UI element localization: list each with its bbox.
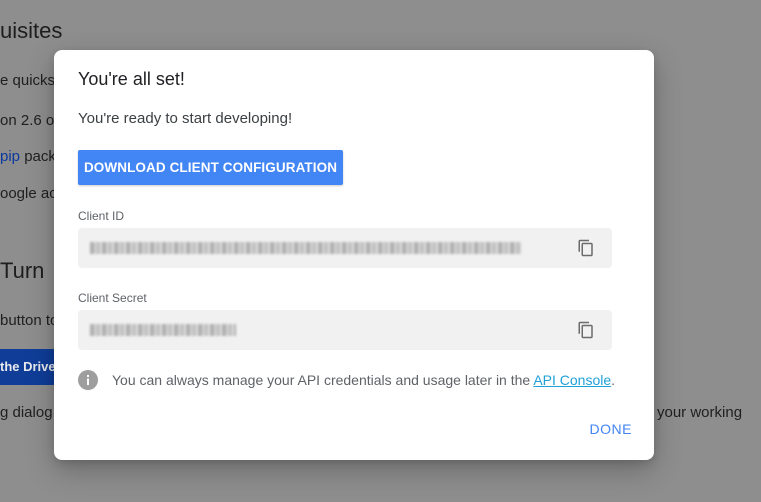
client-secret-label: Client Secret bbox=[78, 291, 147, 305]
bg-right-text: your working bbox=[657, 404, 743, 421]
bg-turn-heading: Turn bbox=[0, 258, 45, 283]
done-button[interactable]: DONE bbox=[590, 421, 632, 437]
info-suffix: . bbox=[611, 372, 616, 388]
bg-line-2: on 2.6 o bbox=[0, 112, 55, 129]
client-secret-value-redacted bbox=[90, 324, 236, 336]
copy-client-secret-button[interactable] bbox=[576, 320, 596, 340]
client-id-label: Client ID bbox=[78, 209, 125, 223]
bg-line-3: pip pack bbox=[0, 148, 56, 165]
client-secret-field[interactable] bbox=[78, 310, 612, 350]
bg-pip-link[interactable]: pip bbox=[0, 148, 20, 165]
client-id-field[interactable] bbox=[78, 228, 612, 268]
info-message: You can always manage your API credentia… bbox=[112, 372, 534, 388]
copy-icon bbox=[578, 239, 593, 257]
dialog-subtitle: You're ready to start developing! bbox=[78, 110, 293, 127]
api-console-link[interactable]: API Console bbox=[533, 372, 611, 388]
copy-icon bbox=[578, 321, 593, 339]
setup-complete-dialog: You're all set! You're ready to start de… bbox=[54, 50, 654, 460]
bg-line-6: g dialog bbox=[0, 404, 53, 421]
info-icon bbox=[78, 370, 98, 390]
bg-heading: uisites bbox=[0, 18, 63, 43]
dialog-title: You're all set! bbox=[78, 69, 185, 89]
bg-line-3-rest: pack bbox=[20, 148, 56, 165]
client-id-value-redacted bbox=[90, 242, 522, 254]
bg-line-1: e quickst bbox=[0, 72, 60, 89]
bg-line-5: button to bbox=[0, 312, 59, 329]
bg-enable-drive-button[interactable]: the Drive bbox=[0, 349, 58, 385]
download-client-configuration-button[interactable]: DOWNLOAD CLIENT CONFIGURATION bbox=[78, 150, 343, 185]
copy-client-id-button[interactable] bbox=[576, 238, 596, 258]
info-text: You can always manage your API credentia… bbox=[112, 372, 615, 388]
